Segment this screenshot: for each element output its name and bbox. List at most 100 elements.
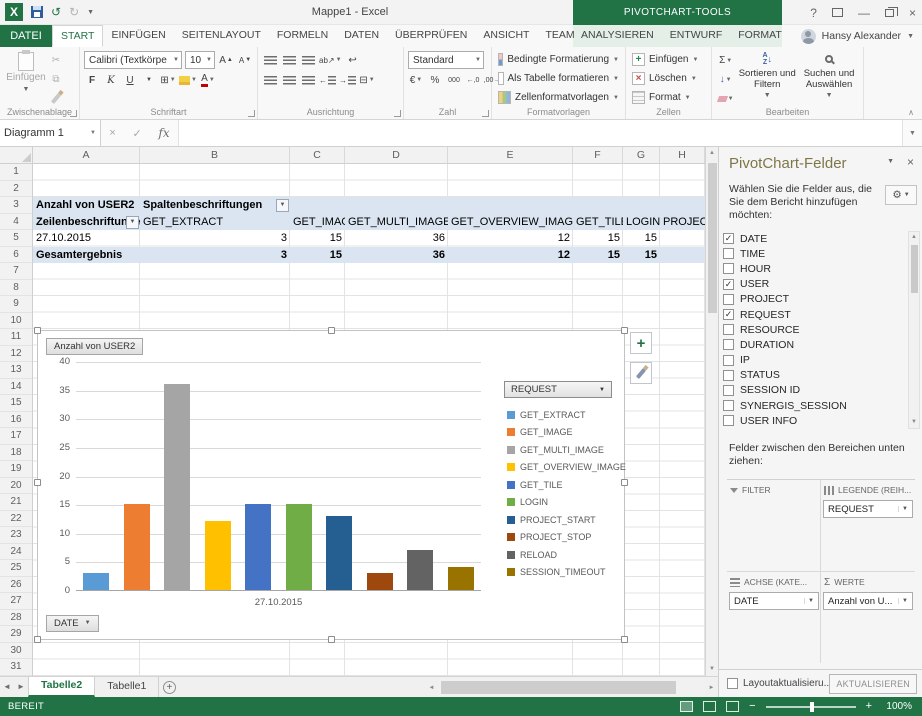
field-checkbox[interactable]: ✓ [723,309,734,320]
delete-cells-button[interactable]: ×Löschen▼ [630,69,707,88]
page-break-view-icon[interactable] [726,701,739,712]
field-item-SESSION ID[interactable]: SESSION ID [723,383,907,398]
page-layout-view-icon[interactable] [703,701,716,712]
field-list-scrollbar[interactable]: ▲ ▼ [908,231,920,429]
insert-cells-button[interactable]: +Einfügen▼ [630,50,707,69]
cell-A4[interactable]: Zeilenbeschriftungen▼ [33,214,140,231]
decrease-indent-icon[interactable]: ← [319,72,336,89]
paste-button[interactable]: Einfügen▼ [4,50,48,107]
field-item-IP[interactable]: IP [723,353,907,368]
wrap-text-icon[interactable]: ↩ [345,52,361,69]
align-left-icon[interactable] [262,72,278,89]
field-item-USER[interactable]: ✓USER [723,277,907,292]
bar-GET_TILE[interactable] [245,504,271,590]
values-area[interactable]: ΣWERTE Anzahl von U...▼ [821,572,915,663]
normal-view-icon[interactable] [680,701,693,712]
copy-icon[interactable]: ⧉ [48,71,64,88]
align-center-icon[interactable] [281,72,297,89]
dialog-launcher-icon[interactable] [248,110,255,117]
number-format-select[interactable]: Standard▼ [408,51,484,69]
legend-field-button[interactable]: REQUEST▼ [504,381,612,398]
tab-entwurf[interactable]: ENTWURF [662,25,731,47]
tab-format[interactable]: FORMAT [730,25,790,47]
row-header-17[interactable]: 17 [0,428,32,445]
increase-indent-icon[interactable]: → [339,72,356,89]
chart-styles-button[interactable] [630,362,652,384]
row-header-14[interactable]: 14 [0,379,32,396]
field-checkbox[interactable] [723,400,734,411]
row-header-4[interactable]: 4 [0,214,32,231]
bar-PROJECT_START[interactable] [326,516,352,590]
align-top-icon[interactable] [262,52,278,69]
fill-icon[interactable]: ↓▼ [716,71,735,88]
format-as-table-button[interactable]: Als Tabelle formatieren▼ [496,69,621,88]
horizontal-scrollbar[interactable]: ◄ ► [425,678,718,698]
cell-B5[interactable]: 3 [140,230,290,247]
update-button[interactable]: AKTUALISIEREN [829,674,917,694]
row-header-2[interactable]: 2 [0,181,32,198]
qat-dropdown-icon[interactable]: ▼ [87,9,94,16]
underline-dropdown-icon[interactable]: ▼ [141,72,157,89]
sheet-nav-next-icon[interactable]: ► [14,677,28,697]
chart-handle[interactable] [34,479,41,486]
enter-icon[interactable]: ✓ [132,127,141,140]
field-checkbox[interactable] [723,294,734,305]
field-checkbox[interactable] [723,355,734,366]
cell-A5[interactable]: 27.10.2015 [33,230,140,247]
zoom-level[interactable]: 100% [882,701,912,712]
cell-B3[interactable]: Spaltenbeschriftungen▼ [140,197,290,214]
chart-handle[interactable] [621,479,628,486]
filter-area[interactable]: FILTER [727,480,821,572]
row-header-6[interactable]: 6 [0,247,32,264]
cell-D5[interactable]: 36 [345,230,448,247]
row-header-28[interactable]: 28 [0,610,32,627]
autofilter-dropdown-icon[interactable]: ▼ [126,216,139,229]
cell-G6[interactable]: 15 [623,247,660,264]
orientation-icon[interactable]: ab↗▼ [319,52,342,69]
pane-close-icon[interactable]: × [907,155,914,169]
accounting-format-icon[interactable]: €▼ [408,72,424,89]
scroll-up-icon[interactable]: ▲ [909,232,919,243]
field-checkbox[interactable] [723,385,734,396]
align-middle-icon[interactable] [281,52,297,69]
zoom-slider[interactable] [766,706,856,708]
cell-styles-button[interactable]: Zellenformatvorlagen▼ [496,88,621,107]
insert-function-icon[interactable]: fx [158,126,169,140]
field-item-PROJECT[interactable]: PROJECT [723,292,907,307]
cell-G5[interactable]: 15 [623,230,660,247]
format-painter-icon[interactable] [48,90,64,107]
field-item-USER INFO[interactable]: USER INFO [723,413,907,428]
close-icon[interactable]: × [909,6,916,20]
row-header-11[interactable]: 11 [0,329,32,346]
comma-style-icon[interactable]: 000 [446,72,462,89]
row-header-26[interactable]: 26 [0,577,32,594]
chart-elements-button[interactable]: + [630,332,652,354]
field-item-TIME[interactable]: TIME [723,246,907,261]
dialog-launcher-icon[interactable] [482,110,489,117]
tab-datei[interactable]: DATEI [0,25,52,47]
cell-B4[interactable]: GET_EXTRACT [140,214,290,231]
clear-icon[interactable]: ▼ [716,90,735,107]
autofilter-dropdown-icon[interactable]: ▼ [276,199,289,212]
legend-field-pill[interactable]: REQUEST▼ [823,500,913,518]
field-checkbox[interactable] [723,248,734,259]
row-header-5[interactable]: 5 [0,230,32,247]
formula-input[interactable] [179,120,902,146]
row-header-10[interactable]: 10 [0,313,32,330]
field-checkbox[interactable]: ✓ [723,233,734,244]
row-header-7[interactable]: 7 [0,263,32,280]
bar-GET_MULTI_IMAGE[interactable] [164,384,190,590]
font-color-icon[interactable]: A▼ [200,72,216,89]
row-header-19[interactable]: 19 [0,461,32,478]
axis-area[interactable]: ACHSE (KATE... DATE▼ [727,572,821,663]
cell-A3[interactable]: Anzahl von USER2 [33,197,140,214]
dialog-launcher-icon[interactable] [394,110,401,117]
row-header-18[interactable]: 18 [0,445,32,462]
tools-button[interactable]: ⚙▼ [885,185,917,205]
row-header-3[interactable]: 3 [0,197,32,214]
restore-icon[interactable] [885,9,894,17]
conditional-formatting-button[interactable]: Bedingte Formatierung▼ [496,50,621,69]
redo-icon[interactable]: ↻ [69,4,79,20]
zoom-out-icon[interactable]: − [749,701,755,712]
row-header-25[interactable]: 25 [0,560,32,577]
